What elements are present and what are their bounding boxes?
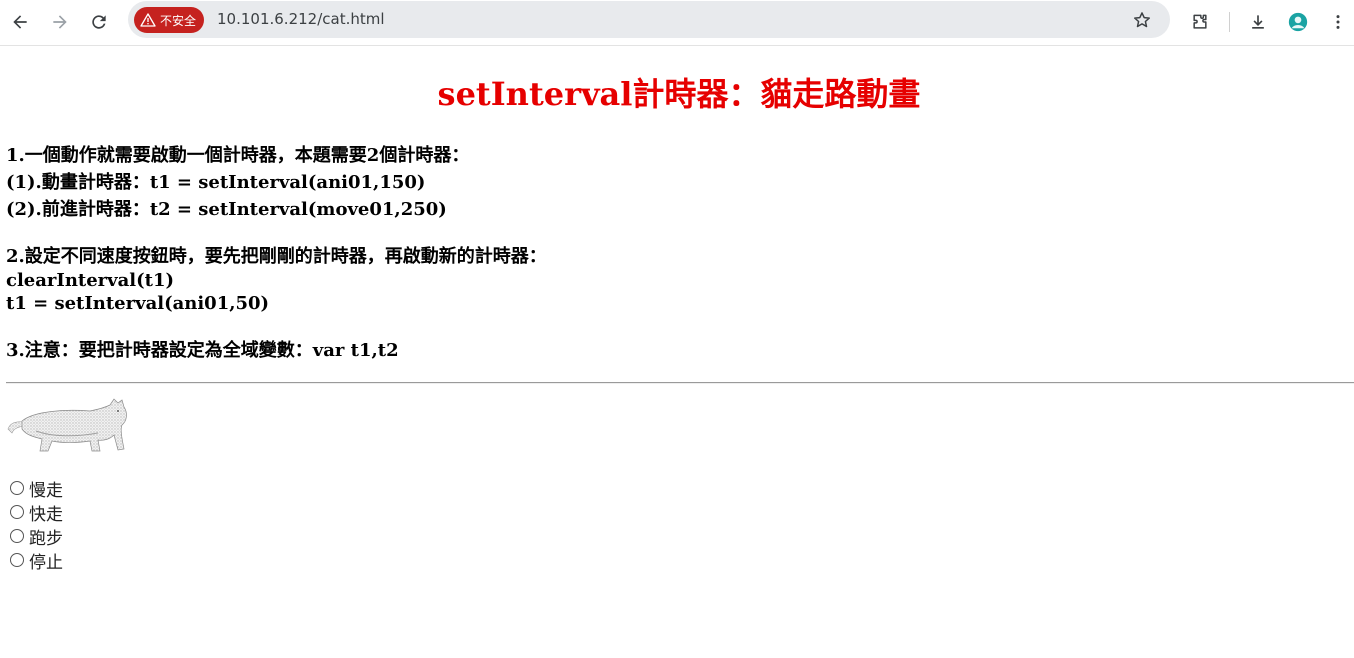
download-icon — [1252, 15, 1264, 29]
back-button[interactable] — [6, 8, 34, 36]
speed-option-stop[interactable]: 停止 — [10, 548, 63, 573]
speed-option-run[interactable]: 跑步 — [10, 524, 63, 549]
radio-button[interactable] — [10, 553, 24, 567]
arrow-right-icon — [53, 15, 67, 29]
section1-line2: (1).動畫計時器：t1 = setInterval(ani01,150) — [6, 172, 426, 193]
address-bar[interactable]: 不安全 10.101.6.212/cat.html — [128, 1, 1170, 38]
speed-radio-group: 慢走 快走 跑步 停止 — [10, 476, 63, 573]
url-text[interactable]: 10.101.6.212/cat.html — [217, 10, 385, 28]
reload-button[interactable] — [85, 8, 113, 36]
avatar-icon — [1288, 12, 1308, 32]
speed-option-slow-walk[interactable]: 慢走 — [10, 476, 63, 501]
browser-toolbar: 不安全 10.101.6.212/cat.html — [0, 0, 1354, 46]
radio-button[interactable] — [10, 481, 24, 495]
section-speed: 2.設定不同速度按鈕時，要先把剛剛的計時器，再啟動新的計時器： clearInt… — [6, 244, 547, 315]
speed-option-label: 停止 — [29, 552, 63, 573]
menu-button[interactable] — [1324, 8, 1352, 36]
section-timers: 1.一個動作就需要啟動一個計時器，本題需要2個計時器： (1).動畫計時器：t1… — [6, 142, 469, 223]
downloads-button[interactable] — [1244, 8, 1272, 36]
star-icon — [1134, 12, 1150, 28]
bookmark-button[interactable] — [1128, 6, 1156, 34]
section3-line1: 3.注意：要把計時器設定為全域變數：var t1,t2 — [6, 340, 399, 361]
reload-icon — [92, 15, 106, 29]
security-indicator[interactable]: 不安全 — [134, 7, 205, 33]
more-vertical-icon — [1336, 15, 1340, 29]
extensions-button[interactable] — [1186, 8, 1214, 36]
section2-line3: t1 = setInterval(ani01,50) — [6, 293, 270, 314]
toolbar-divider — [1229, 12, 1230, 32]
section2-line2: clearInterval(t1) — [6, 270, 174, 291]
page-content: setInterval計時器：貓走路動畫 1.一個動作就需要啟動一個計時器，本題… — [0, 46, 1354, 658]
radio-button[interactable] — [10, 529, 24, 543]
section2-line1: 2.設定不同速度按鈕時，要先把剛剛的計時器，再啟動新的計時器： — [6, 246, 547, 267]
warning-icon — [140, 13, 156, 27]
speed-option-fast-walk[interactable]: 快走 — [10, 500, 63, 525]
security-label: 不安全 — [160, 13, 197, 28]
profile-button[interactable] — [1284, 8, 1312, 36]
cat-image — [7, 398, 127, 452]
forward-button[interactable] — [46, 8, 74, 36]
section1-line1: 1.一個動作就需要啟動一個計時器，本題需要2個計時器： — [6, 145, 470, 166]
radio-button[interactable] — [10, 505, 24, 519]
section1-line3: (2).前進計時器：t2 = setInterval(move01,250) — [6, 199, 447, 220]
section-global: 3.注意：要把計時器設定為全域變數：var t1,t2 — [6, 337, 399, 364]
arrow-left-icon — [13, 15, 27, 29]
speed-option-label: 快走 — [29, 504, 63, 525]
horizontal-rule — [6, 382, 1354, 384]
puzzle-icon — [1193, 14, 1207, 29]
speed-option-label: 慢走 — [29, 480, 63, 501]
speed-option-label: 跑步 — [29, 528, 63, 549]
page-title: setInterval計時器：貓走路動畫 — [437, 75, 921, 113]
